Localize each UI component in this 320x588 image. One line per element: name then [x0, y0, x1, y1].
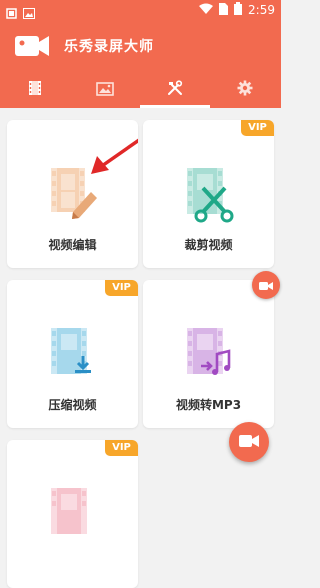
card-video-cut[interactable]: VIP 裁剪视频 [143, 120, 274, 268]
video-icon [45, 482, 101, 544]
wifi-icon [199, 3, 214, 18]
status-bar: 2:59 [0, 0, 281, 20]
app-bar: 乐秀录屏大师 [0, 20, 281, 72]
video-cut-icon [181, 162, 237, 224]
card-label: 视频编辑 [48, 238, 97, 252]
card-label: 压缩视频 [48, 398, 97, 412]
tab-settings[interactable] [210, 72, 280, 108]
tools-icon [167, 80, 183, 100]
sim-icon [219, 2, 229, 18]
video-camera-icon [239, 433, 259, 452]
card-video[interactable]: VIP [7, 440, 138, 588]
video-camera-icon [14, 32, 50, 60]
card-label: 视频转MP3 [175, 398, 242, 412]
pointer-arrow-icon [85, 138, 138, 184]
gear-icon [237, 80, 253, 100]
tab-videos[interactable] [0, 72, 70, 108]
vip-badge: VIP [241, 120, 274, 136]
image-icon [96, 81, 114, 100]
card-video-edit[interactable]: 视频编辑 [7, 120, 138, 268]
video-camera-icon [259, 276, 273, 295]
record-fab[interactable] [229, 422, 269, 462]
vip-badge: VIP [105, 440, 138, 456]
battery-icon [234, 2, 243, 18]
status-time: 2:59 [248, 3, 275, 17]
tab-images[interactable] [70, 72, 140, 108]
tab-tools[interactable] [140, 72, 210, 108]
card-video-compress[interactable]: VIP 压缩视频 [7, 280, 138, 428]
vip-badge: VIP [105, 280, 138, 296]
tab-bar [0, 72, 281, 108]
app-title: 乐秀录屏大师 [64, 39, 154, 55]
floating-record-button[interactable] [252, 271, 280, 299]
card-label: 裁剪视频 [184, 238, 233, 252]
card-video-to-mp3[interactable]: 视频转MP3 [143, 280, 274, 428]
video-compress-icon [45, 322, 101, 384]
video-to-mp3-icon [181, 322, 237, 384]
film-icon [27, 80, 43, 100]
